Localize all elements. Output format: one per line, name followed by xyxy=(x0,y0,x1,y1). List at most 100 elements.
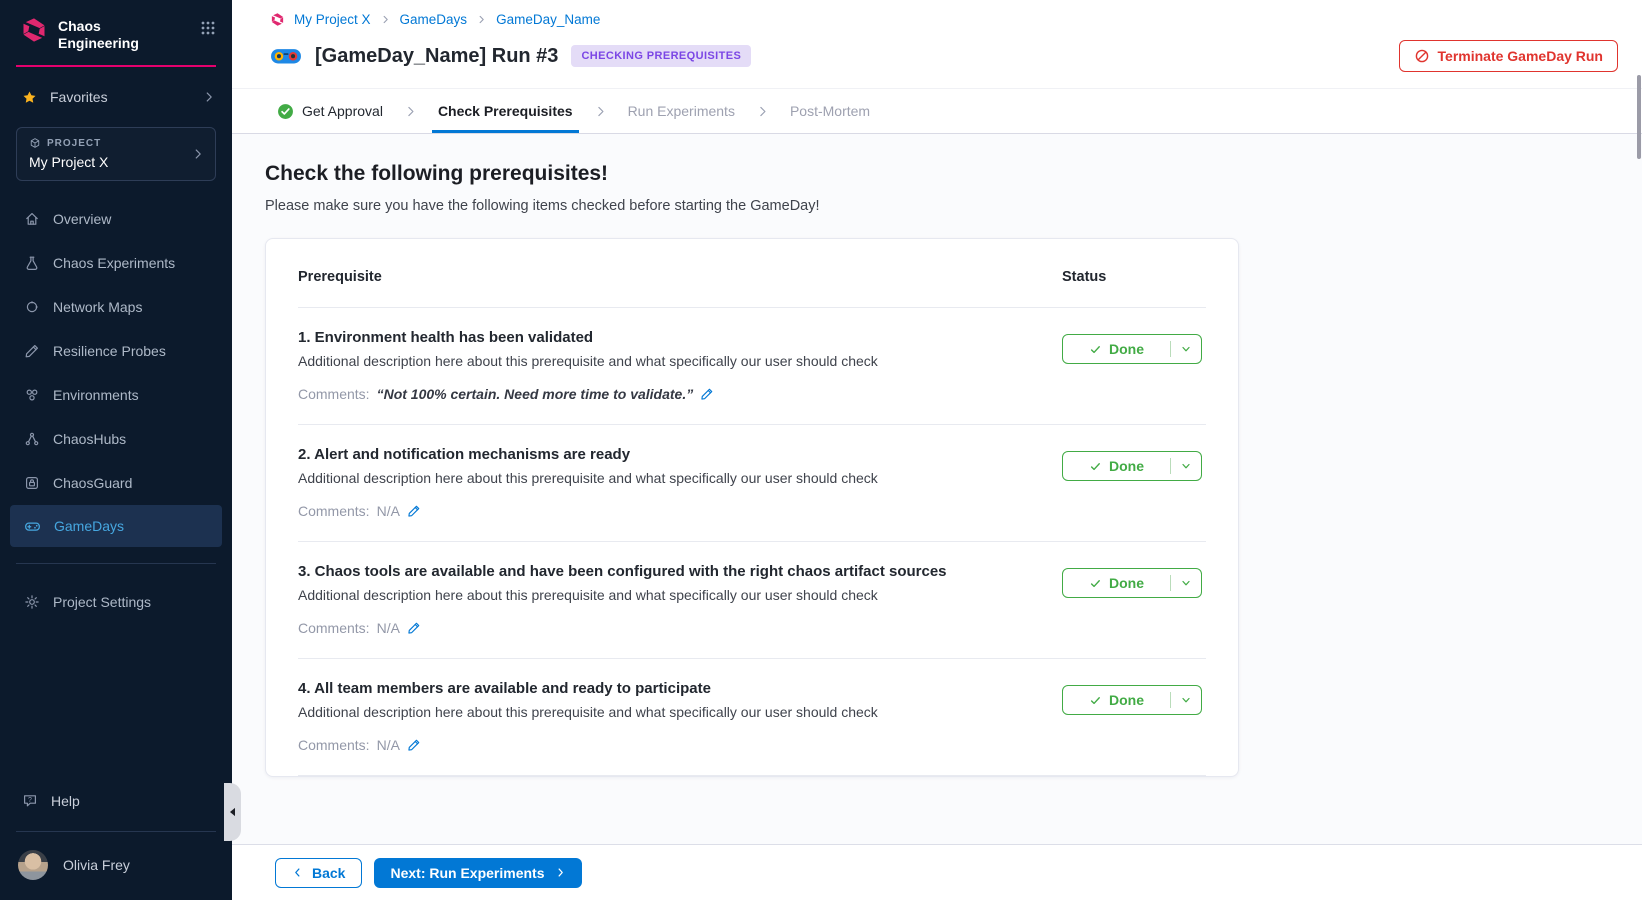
sidebar-item-chaoshubs[interactable]: ChaosHubs xyxy=(0,417,232,461)
sidebar-nav: Overview Chaos Experiments Network Maps … xyxy=(0,197,232,547)
project-name: My Project X xyxy=(29,154,191,170)
step-label: Get Approval xyxy=(302,103,383,119)
sidebar-item-overview[interactable]: Overview xyxy=(0,197,232,241)
status-done-button[interactable]: Done xyxy=(1062,334,1202,364)
status-label: Done xyxy=(1109,575,1144,591)
edit-pencil-icon[interactable] xyxy=(407,738,421,752)
sidebar-item-label: GameDays xyxy=(54,518,124,534)
harness-chaos-logo-icon xyxy=(20,16,48,44)
sidebar: Chaos Engineering Favorites PROJEC xyxy=(0,0,232,900)
sidebar-item-label: ChaosHubs xyxy=(53,431,126,447)
sidebar-item-project-settings[interactable]: Project Settings xyxy=(0,580,232,624)
help-button[interactable]: ? Help xyxy=(0,783,232,819)
row-status: Done xyxy=(1062,446,1206,481)
col-status: Status xyxy=(1062,269,1206,285)
help-label: Help xyxy=(51,793,80,809)
environments-icon xyxy=(24,387,40,403)
table-row: 3. Chaos tools are available and have be… xyxy=(298,542,1206,659)
done-main: Done xyxy=(1063,341,1170,357)
sidebar-item-gamedays[interactable]: GameDays xyxy=(10,505,222,547)
prerequisite-description: Additional description here about this p… xyxy=(298,470,1038,486)
back-label: Back xyxy=(312,865,345,881)
next-run-experiments-button[interactable]: Next: Run Experiments xyxy=(374,858,581,888)
prerequisite-description: Additional description here about this p… xyxy=(298,353,1038,369)
chevron-right-icon xyxy=(404,105,417,118)
table-header: Prerequisite Status xyxy=(298,239,1206,308)
sidebar-item-label: Overview xyxy=(53,211,111,227)
chevron-right-icon xyxy=(202,90,216,104)
edit-pencil-icon[interactable] xyxy=(407,621,421,635)
chevron-down-icon[interactable] xyxy=(1171,343,1201,355)
terminate-gameday-button[interactable]: Terminate GameDay Run xyxy=(1399,40,1618,72)
step-run-experiments[interactable]: Run Experiments xyxy=(628,89,735,133)
chevron-right-icon xyxy=(594,105,607,118)
chaos-module-icon xyxy=(270,12,285,27)
breadcrumb-link-gamedays[interactable]: GameDays xyxy=(400,12,468,27)
comments-row: Comments: “Not 100% certain. Need more t… xyxy=(298,386,1038,402)
status-done-button[interactable]: Done xyxy=(1062,451,1202,481)
done-main: Done xyxy=(1063,575,1170,591)
vertical-scrollbar[interactable] xyxy=(1637,75,1641,159)
favorites-row[interactable]: Favorites xyxy=(22,89,216,105)
favorites-label: Favorites xyxy=(50,89,108,105)
sidebar-item-chaosguard[interactable]: ChaosGuard xyxy=(0,461,232,505)
done-main: Done xyxy=(1063,458,1170,474)
check-circle-icon xyxy=(277,103,294,120)
title-row: [GameDay_Name] Run #3 CHECKING PREREQUIS… xyxy=(270,40,1618,88)
prerequisite-title: 4. All team members are available and re… xyxy=(298,680,1038,697)
sidebar-bottom: ? Help Olivia Frey xyxy=(0,783,232,900)
breadcrumb: My Project X GameDays GameDay_Name xyxy=(270,12,1618,27)
user-menu[interactable]: Olivia Frey xyxy=(0,842,232,890)
prerequisite-description: Additional description here about this p… xyxy=(298,704,1038,720)
comments-row: Comments: N/A xyxy=(298,620,1038,636)
svg-text:?: ? xyxy=(28,797,32,804)
star-icon xyxy=(22,90,37,105)
check-icon xyxy=(1089,694,1102,707)
module-grid-icon[interactable] xyxy=(200,16,216,36)
user-name: Olivia Frey xyxy=(63,857,130,873)
row-status: Done xyxy=(1062,329,1206,364)
sidebar-collapse-handle[interactable] xyxy=(224,783,241,841)
project-selector[interactable]: PROJECT My Project X xyxy=(16,127,216,181)
breadcrumb-link-gameday-name[interactable]: GameDay_Name xyxy=(496,12,600,27)
row-main: 4. All team members are available and re… xyxy=(298,680,1062,753)
row-main: 1. Environment health has been validated… xyxy=(298,329,1062,402)
network-map-icon xyxy=(24,299,40,315)
status-label: Done xyxy=(1109,692,1144,708)
edit-pencil-icon[interactable] xyxy=(407,504,421,518)
comments-value: “Not 100% certain. Need more time to val… xyxy=(377,386,694,402)
chevron-right-icon xyxy=(380,14,391,25)
back-button[interactable]: Back xyxy=(275,858,362,888)
chevron-down-icon[interactable] xyxy=(1171,577,1201,589)
sidebar-item-resilience-probes[interactable]: Resilience Probes xyxy=(0,329,232,373)
table-row: 1. Environment health has been validated… xyxy=(298,308,1206,425)
status-label: Done xyxy=(1109,341,1144,357)
check-icon xyxy=(1089,343,1102,356)
content-heading: Check the following prerequisites! xyxy=(265,162,1642,186)
chevron-right-icon xyxy=(756,105,769,118)
breadcrumb-link-project[interactable]: My Project X xyxy=(294,12,371,27)
chevron-down-icon[interactable] xyxy=(1171,460,1201,472)
status-done-button[interactable]: Done xyxy=(1062,568,1202,598)
comments-row: Comments: N/A xyxy=(298,503,1038,519)
gamepad-icon xyxy=(24,518,41,535)
comments-value: N/A xyxy=(377,620,400,636)
home-icon xyxy=(24,211,40,227)
status-label: Done xyxy=(1109,458,1144,474)
chevron-down-icon[interactable] xyxy=(1171,694,1201,706)
footer-bar: Back Next: Run Experiments xyxy=(232,844,1642,900)
step-label: Run Experiments xyxy=(628,103,735,119)
edit-pencil-icon[interactable] xyxy=(700,387,714,401)
comments-value: N/A xyxy=(377,503,400,519)
step-post-mortem[interactable]: Post-Mortem xyxy=(790,89,870,133)
sidebar-item-environments[interactable]: Environments xyxy=(0,373,232,417)
status-done-button[interactable]: Done xyxy=(1062,685,1202,715)
step-get-approval[interactable]: Get Approval xyxy=(277,89,383,133)
step-check-prerequisites[interactable]: Check Prerequisites xyxy=(438,89,573,133)
content-subheading: Please make sure you have the following … xyxy=(265,198,1642,214)
help-chat-icon: ? xyxy=(22,793,38,809)
sidebar-item-network-maps[interactable]: Network Maps xyxy=(0,285,232,329)
brand-accent-divider xyxy=(16,65,216,67)
sidebar-item-chaos-experiments[interactable]: Chaos Experiments xyxy=(0,241,232,285)
sidebar-item-label: Network Maps xyxy=(53,299,142,315)
